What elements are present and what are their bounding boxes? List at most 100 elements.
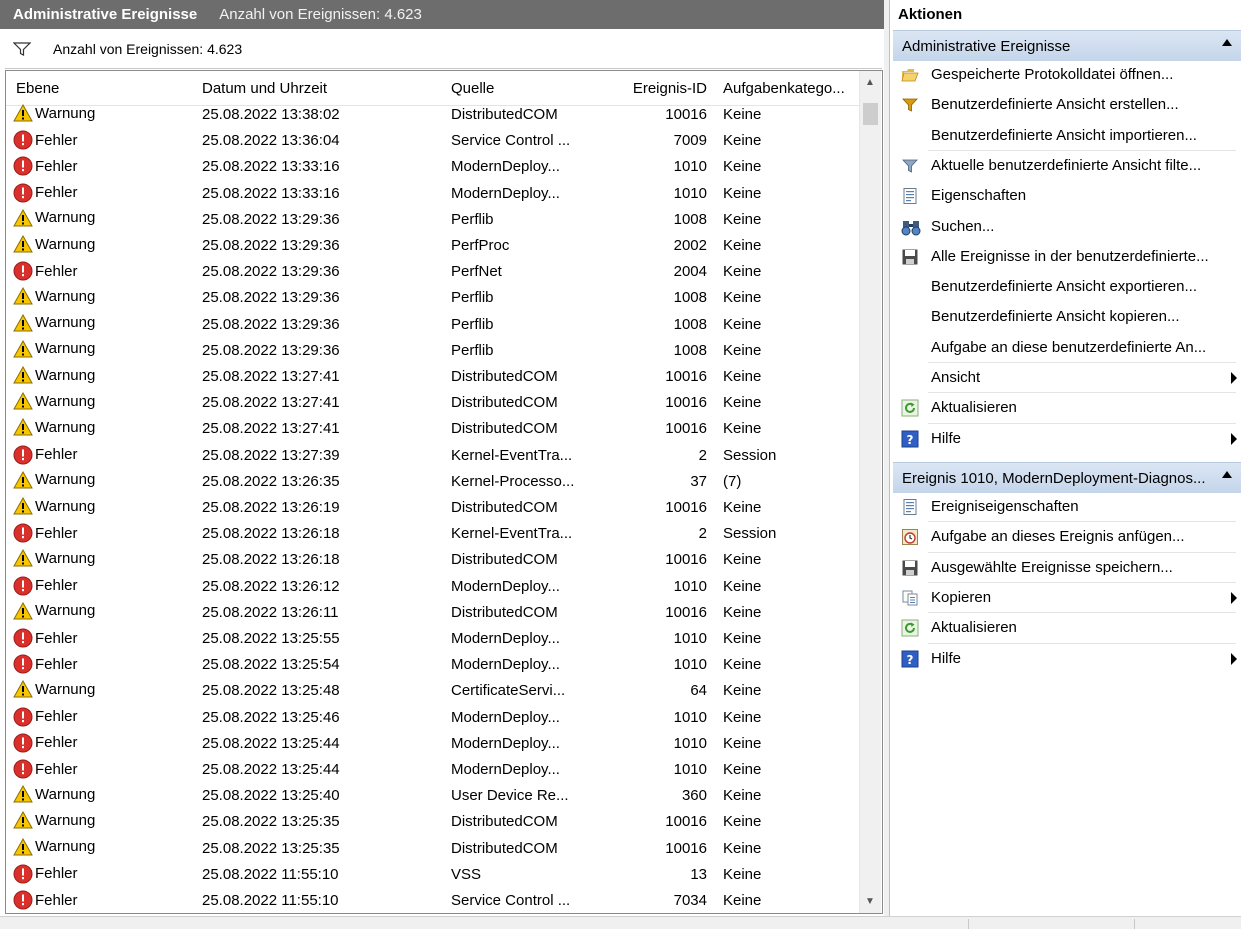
table-row[interactable]: Warnung 25.08.2022 13:27:41 DistributedCOM… [6,390,859,416]
source-cell: User Device Re... [451,787,569,805]
filter-funnel-icon [13,42,31,56]
action-benutzerdefinierte-ansicht-exportieren[interactable]: Benutzerdefinierte Ansicht exportieren..… [893,272,1239,302]
column-header-event-id[interactable]: Ereignis-ID [633,80,707,97]
task-category-cell: Keine [723,210,762,228]
action-benutzerdefinierte-ansicht-erstellen[interactable]: Benutzerdefinierte Ansicht erstellen... [893,90,1239,120]
column-header-level[interactable]: Ebene [16,80,59,97]
event-id-cell: 1010 [673,577,707,595]
source-cell: DistributedCOM [451,394,558,412]
table-row[interactable]: Warnung 25.08.2022 13:26:19 DistributedCOM… [6,495,859,521]
action-label: Benutzerdefinierte Ansicht importieren..… [931,126,1197,144]
action-kopieren[interactable]: Kopieren [893,583,1239,613]
task-category-cell: Keine [723,184,762,202]
table-row[interactable]: Fehler 25.08.2022 13:33:16 ModernDeploy...… [6,154,859,180]
event-id-cell: 2 [698,446,707,464]
warning-icon [13,837,35,856]
error-icon [13,130,35,150]
datetime-cell: 25.08.2022 13:26:35 [202,472,340,490]
table-row[interactable]: Warnung 25.08.2022 13:25:35 DistributedCOM… [6,836,859,862]
table-row[interactable]: Warnung 25.08.2022 13:27:41 DistributedCOM… [6,416,859,442]
table-row[interactable]: Fehler 25.08.2022 13:27:39 Kernel-EventTra… [6,443,859,469]
table-row[interactable]: Fehler 25.08.2022 11:55:10 VSS 13 Keine [6,862,859,888]
table-row[interactable]: Fehler 25.08.2022 13:25:44 ModernDeploy...… [6,757,859,783]
collapse-up-icon[interactable] [1222,39,1232,46]
level-text: Fehler [35,734,78,752]
action-suchen[interactable]: Suchen... [893,212,1239,242]
source-cell: ModernDeploy... [451,184,560,202]
table-row[interactable]: Fehler 25.08.2022 11:55:10 Service Control… [6,888,859,913]
datetime-cell: 25.08.2022 13:25:35 [202,813,340,831]
level-text: Warnung [35,838,96,856]
datetime-cell: 25.08.2022 11:55:10 [202,865,339,883]
table-row[interactable]: Fehler 25.08.2022 13:25:44 ModernDeploy...… [6,731,859,757]
datetime-cell: 25.08.2022 13:25:54 [202,656,340,674]
table-row[interactable]: Warnung 25.08.2022 13:26:35 Kernel-Process… [6,469,859,495]
error-icon [13,707,35,727]
event-id-cell: 13 [690,865,707,883]
action-ansicht[interactable]: Ansicht [893,363,1239,393]
scroll-thumb[interactable] [863,103,878,125]
table-row[interactable]: Fehler 25.08.2022 13:25:55 ModernDeploy...… [6,626,859,652]
action-aktualisieren[interactable]: Aktualisieren [893,613,1239,643]
task-category-cell: Keine [723,734,762,752]
action-eigenschaften[interactable]: Eigenschaften [893,181,1239,211]
datetime-cell: 25.08.2022 13:38:02 [202,106,340,123]
collapse-up-icon[interactable] [1222,471,1232,478]
table-row[interactable]: Fehler 25.08.2022 13:33:16 ModernDeploy...… [6,181,859,207]
table-row[interactable]: Warnung 25.08.2022 13:29:36 Perflib 1008 Kei… [6,338,859,364]
error-icon [13,183,35,203]
event-id-cell: 1010 [673,761,707,778]
action-gespeicherte-protokolldatei-öffnen[interactable]: Gespeicherte Protokolldatei öffnen... [893,60,1239,90]
table-row[interactable]: Warnung 25.08.2022 13:29:36 PerfProc 2002 Ke… [6,233,859,259]
action-benutzerdefinierte-ansicht-kopieren[interactable]: Benutzerdefinierte Ansicht kopieren... [893,302,1239,332]
action-benutzerdefinierte-ansicht-importieren[interactable]: Benutzerdefinierte Ansicht importieren..… [893,121,1239,151]
table-row[interactable]: Fehler 25.08.2022 13:25:54 ModernDeploy...… [6,652,859,678]
table-row[interactable]: Warnung 25.08.2022 13:25:48 CertificateSer… [6,678,859,704]
table-row[interactable]: Warnung 25.08.2022 13:26:11 DistributedCOM… [6,600,859,626]
filter-icon [901,157,919,175]
table-row[interactable]: Warnung 25.08.2022 13:29:36 Perflib 1008 Kei… [6,207,859,233]
submenu-arrow-icon [1231,652,1237,665]
scroll-up-icon[interactable]: ▲ [865,77,875,88]
level-text: Fehler [35,157,78,175]
action-ausgewählte-ereignisse-speichern[interactable]: Ausgewählte Ereignisse speichern... [893,553,1239,583]
table-row[interactable]: Fehler 25.08.2022 13:26:18 Kernel-EventTra… [6,521,859,547]
action-aufgabe-an-dieses-ereignis-anfügen[interactable]: Aufgabe an dieses Ereignis anfügen... [893,522,1239,552]
table-row[interactable]: Warnung 25.08.2022 13:29:36 Perflib 1008 Kei… [6,312,859,338]
table-row[interactable]: Fehler 25.08.2022 13:36:04 Service Control… [6,128,859,154]
table-row[interactable]: Fehler 25.08.2022 13:26:12 ModernDeploy...… [6,574,859,600]
action-aktualisieren[interactable]: Aktualisieren [893,393,1239,423]
column-header-source[interactable]: Quelle [451,80,494,97]
table-row[interactable]: Warnung 25.08.2022 13:25:35 DistributedCOM… [6,809,859,835]
section-header-event-1010[interactable]: Ereignis 1010, ModernDeployment-Diagnos.… [893,462,1241,493]
source-cell: ModernDeploy... [451,158,560,176]
level-cell: Warnung [13,497,95,515]
level-text: Fehler [35,629,78,647]
table-row[interactable]: Warnung 25.08.2022 13:27:41 DistributedCOM… [6,364,859,390]
level-text: Warnung [35,235,96,253]
event-id-cell: 2 [698,525,707,543]
action-aktuelle-benutzerdefinierte-ansicht-filte[interactable]: Aktuelle benutzerdefinierte Ansicht filt… [893,151,1239,181]
event-id-cell: 37 [690,472,707,490]
action-ereigniseigenschaften[interactable]: Ereigniseigenschaften [893,492,1239,522]
table-row[interactable]: Warnung 25.08.2022 13:29:36 Perflib 1008 Kei… [6,285,859,311]
action-label: Gespeicherte Protokolldatei öffnen... [931,66,1174,83]
filter-count-text: Anzahl von Ereignissen: 4.623 [53,41,243,57]
table-row[interactable]: Warnung 25.08.2022 13:26:18 DistributedCOM… [6,547,859,573]
column-header-datetime[interactable]: Datum und Uhrzeit [202,80,327,97]
properties-icon [901,498,919,516]
section-header-admin-events[interactable]: Administrative Ereignisse [893,30,1241,61]
scroll-down-icon[interactable]: ▼ [865,896,875,907]
action-alle-ereignisse-in-der-benutzerdefinierte[interactable]: Alle Ereignisse in der benutzerdefiniert… [893,242,1239,272]
table-row[interactable]: Fehler 25.08.2022 13:25:46 ModernDeploy...… [6,705,859,731]
action-hilfe[interactable]: ? Hilfe [893,424,1239,454]
table-row[interactable]: Warnung 25.08.2022 13:25:40 User Device Re… [6,783,859,809]
level-text: Warnung [35,811,96,829]
column-header-task-category[interactable]: Aufgabenkatego... [723,80,845,97]
vertical-scrollbar[interactable]: ▲ ▼ [859,71,881,913]
table-row[interactable]: Warnung 25.08.2022 13:38:02 DistributedCOM… [6,102,859,128]
table-row[interactable]: Fehler 25.08.2022 13:29:36 PerfNet 2004 Kein… [6,259,859,285]
action-aufgabe-an-diese-benutzerdefinierte-an[interactable]: Aufgabe an diese benutzerdefinierte An..… [893,333,1239,363]
datetime-cell: 25.08.2022 13:25:44 [202,761,340,778]
action-hilfe[interactable]: ? Hilfe [893,644,1239,674]
